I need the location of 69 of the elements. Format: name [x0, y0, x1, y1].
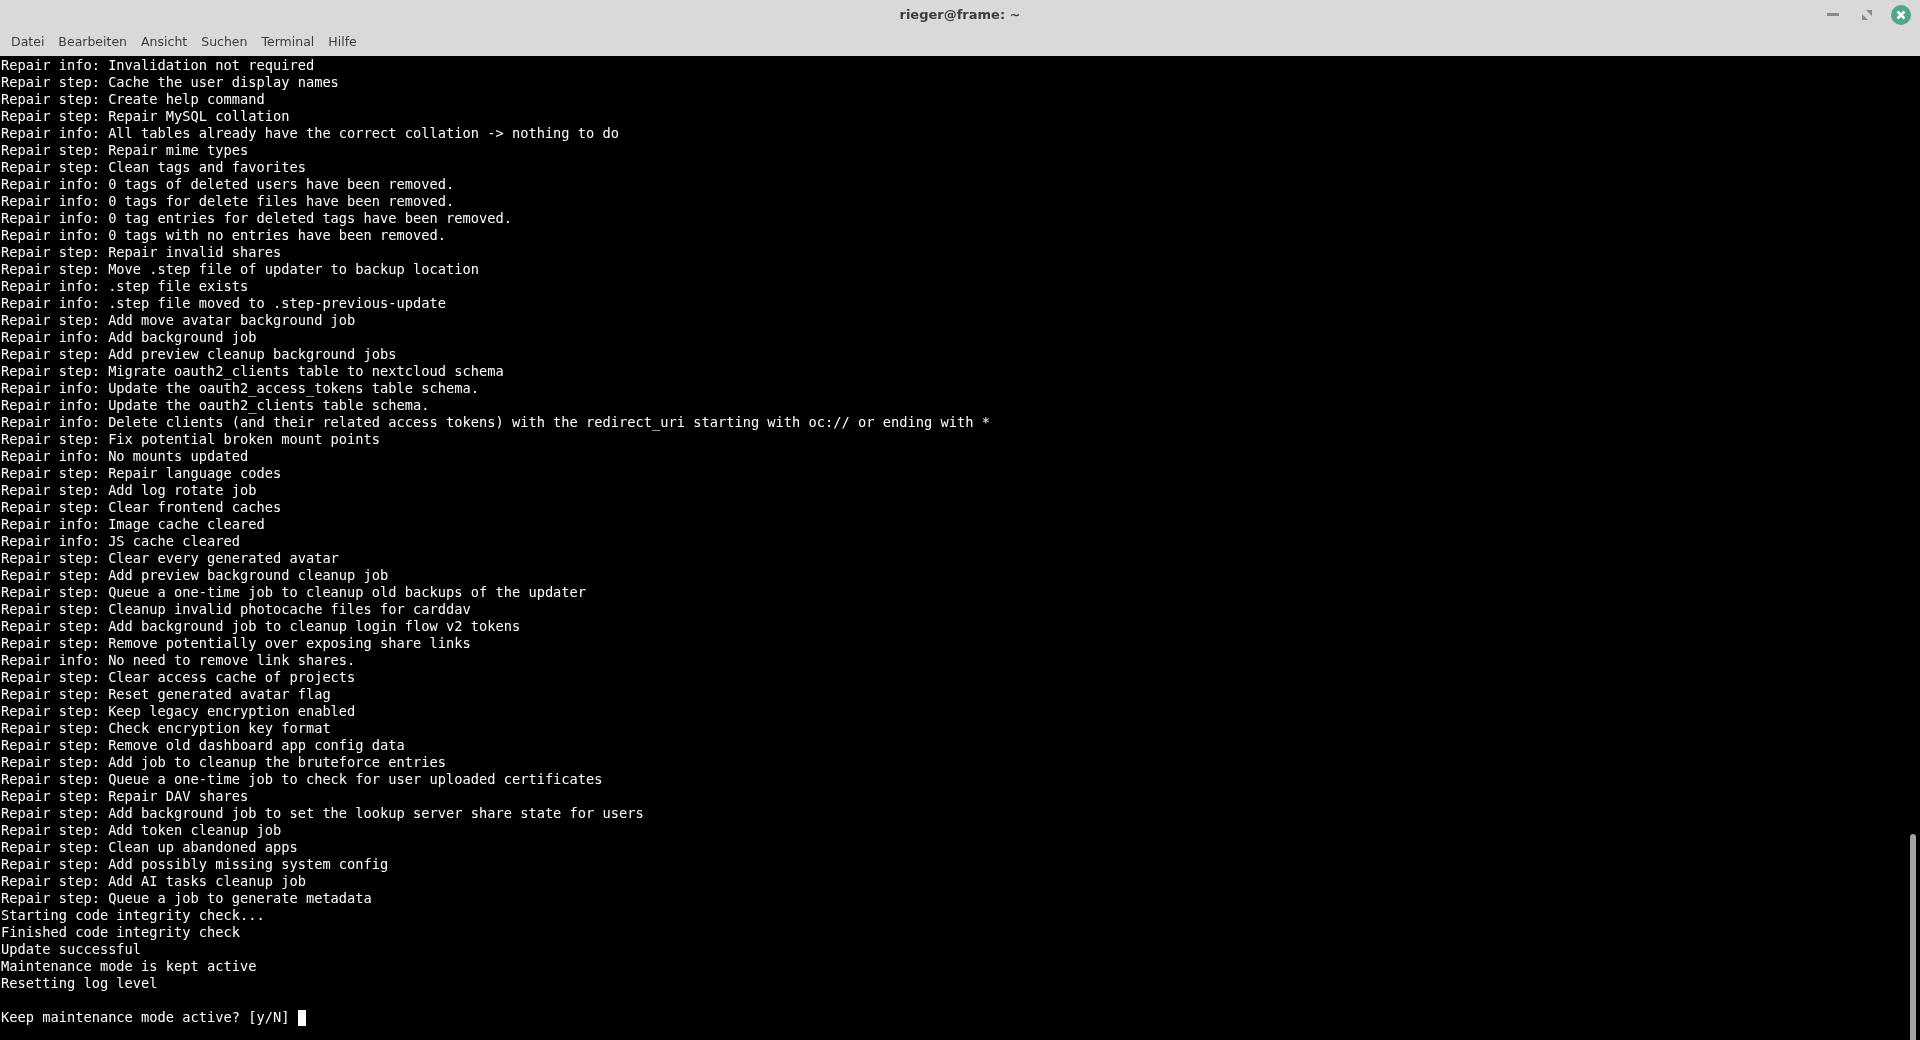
terminal-line: Repair info: JS cache cleared — [0, 533, 241, 550]
terminal-line: Repair step: Repair invalid shares — [0, 244, 283, 261]
terminal-prompt: Keep maintenance mode active? [y/N] — [0, 1009, 290, 1026]
terminal-line: Repair step: Clear frontend caches — [0, 499, 283, 516]
terminal-line: Repair step: Add token cleanup job — [0, 822, 283, 839]
terminal-line: Repair info: 0 tags for delete files have been removed. — [0, 193, 456, 210]
terminal-line: Repair info: Update the oauth2_access_tokens table schema. — [0, 380, 480, 397]
terminal-line: Starting code integrity check... — [0, 907, 266, 924]
terminal-line: Repair info: Image cache cleared — [0, 516, 266, 533]
terminal-line: Repair step: Reset generated avatar flag — [0, 686, 332, 703]
terminal-line: Repair step: Repair DAV shares — [0, 788, 250, 805]
window-title: rieger@frame: ~ — [899, 7, 1021, 22]
terminal-line: Repair step: Repair mime types — [0, 142, 250, 159]
menu-item[interactable]: Bearbeiten — [51, 29, 135, 56]
scrollbar-thumb[interactable] — [1910, 834, 1916, 1040]
terminal-line: Repair step: Add possibly missing system config — [0, 856, 390, 873]
menu-item[interactable]: Datei — [4, 29, 52, 56]
terminal-line: Repair step: Queue a one-time job to check for user uploaded certificates — [0, 771, 604, 788]
terminal-line: Finished code integrity check — [0, 924, 241, 941]
terminal-line: Repair info: Add background job — [0, 329, 258, 346]
terminal-line: Repair step: Add preview cleanup background jobs — [0, 346, 398, 363]
close-icon — [1891, 5, 1911, 25]
terminal-line: Repair info: Delete clients (and their related access tokens) with the redirect_uri starting with oc:// or ending with * — [0, 414, 991, 431]
text-cursor — [298, 1009, 307, 1026]
terminal-line: Repair step: Clean up abandoned apps — [0, 839, 299, 856]
terminal-line: Repair step: Cache the user display names — [0, 74, 340, 91]
terminal-line: Repair info: .step file moved to .step-previous-update — [0, 295, 447, 312]
maximize-icon — [1862, 10, 1872, 20]
terminal-line: Repair step: Cleanup invalid photocache files for carddav — [0, 601, 472, 618]
terminal-line: Repair info: No mounts updated — [0, 448, 250, 465]
terminal-line: Repair info: All tables already have the correct collation -> nothing to do — [0, 125, 621, 142]
terminal-line: Repair step: Repair MySQL collation — [0, 108, 291, 125]
terminal-line: Repair step: Clear access cache of projects — [0, 669, 357, 686]
terminal-line: Repair step: Add preview background cleanup job — [0, 567, 390, 584]
menu-item[interactable]: Ansicht — [134, 29, 195, 56]
terminal-line: Repair step: Add move avatar background job — [0, 312, 357, 329]
terminal-line: Repair step: Fix potential broken mount points — [0, 431, 382, 448]
terminal-line: Repair info: 0 tags of deleted users have been removed. — [0, 176, 456, 193]
menu-item[interactable]: Hilfe — [321, 29, 364, 56]
terminal-line: Repair step: Add background job to set the lookup server share state for users — [0, 805, 645, 822]
terminal-line: Repair step: Repair language codes — [0, 465, 283, 482]
terminal-line: Repair step: Create help command — [0, 91, 266, 108]
terminal-line: Repair step: Queue a one-time job to cleanup old backups of the updater — [0, 584, 588, 601]
terminal-line: Repair step: Clean tags and favorites — [0, 159, 307, 176]
terminal-line: Repair info: Update the oauth2_clients table schema. — [0, 397, 431, 414]
terminal-line: Repair step: Remove potentially over exposing share links — [0, 635, 472, 652]
terminal-line: Repair step: Check encryption key format — [0, 720, 332, 737]
terminal-line: Repair info: No need to remove link shares. — [0, 652, 357, 669]
terminal-line: Repair info: 0 tag entries for deleted tags have been removed. — [0, 210, 513, 227]
terminal-line: Repair step: Migrate oauth2_clients table to nextcloud schema — [0, 363, 505, 380]
terminal-line: Update successful — [0, 941, 143, 958]
terminal-line: Repair step: Add AI tasks cleanup job — [0, 873, 307, 890]
terminal-line: Repair info: Invalidation not required — [0, 57, 316, 74]
terminal-line: Repair info: .step file exists — [0, 278, 250, 295]
terminal-line: Repair step: Queue a job to generate metadata — [0, 890, 373, 907]
terminal-line: Repair step: Keep legacy encryption enabled — [0, 703, 357, 720]
minimize-icon — [1827, 13, 1839, 17]
menu-item[interactable]: Suchen — [194, 29, 255, 56]
terminal-line: Repair step: Add background job to cleanup login flow v2 tokens — [0, 618, 522, 635]
terminal-line: Repair step: Clear every generated avatar — [0, 550, 340, 567]
terminal-line: Repair step: Add job to cleanup the bruteforce entries — [0, 754, 447, 771]
menu-item[interactable]: Terminal — [254, 29, 322, 56]
terminal-line: Repair step: Add log rotate job — [0, 482, 258, 499]
terminal-line: Repair step: Remove old dashboard app config data — [0, 737, 406, 754]
close-button[interactable] — [1890, 4, 1912, 26]
terminal-line: Resetting log level — [0, 975, 159, 992]
terminal-line: Maintenance mode is kept active — [0, 958, 258, 975]
terminal-line: Repair info: 0 tags with no entries have been removed. — [0, 227, 447, 244]
terminal-line: Repair step: Move .step file of updater to backup location — [0, 261, 480, 278]
